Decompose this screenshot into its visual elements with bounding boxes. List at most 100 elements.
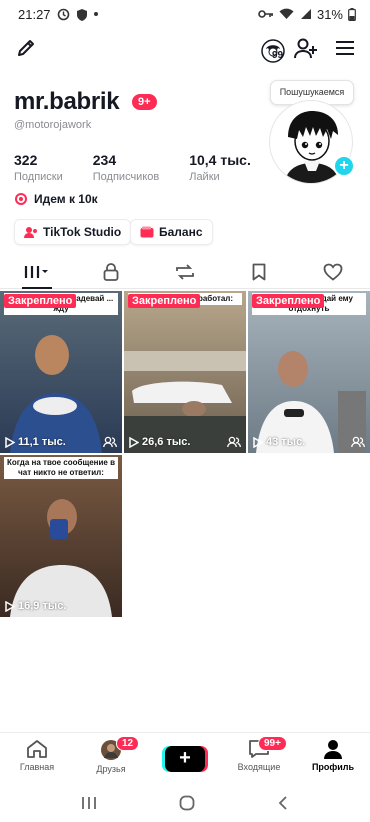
back-icon[interactable] [277,795,289,811]
profile-header: 99 [0,32,370,68]
video-tile[interactable]: Папа: вдалай и надевай ... жду Закреплен… [0,291,122,453]
likes-stat[interactable]: 10,4 тыс. Лайки [189,152,251,183]
tab-reposts[interactable] [148,255,222,288]
plus-icon: + [179,747,191,769]
nav-inbox[interactable]: 99+ Входящие [222,733,296,784]
tiktok-studio-button[interactable]: TikTok Studio [14,219,132,245]
stat-value: 10,4 тыс. [189,152,251,168]
system-nav-bar [0,784,370,822]
nav-create[interactable]: + [148,733,222,784]
play-icon [5,600,15,612]
bottom-nav: Главная 12 Друзья + 99+ Входящие Профиль [0,732,370,784]
play-icon [253,436,263,448]
view-count-text: 11,1 тыс. [18,436,66,448]
pencil-icon [18,40,34,56]
tab-liked[interactable] [296,255,370,288]
recent-apps-icon[interactable] [81,796,97,810]
nav-friends[interactable]: 12 Друзья [74,733,148,784]
status-time: 21:27 [18,6,51,22]
nav-label: Главная [19,762,55,772]
view-count: 11,1 тыс. [5,436,66,448]
video-tile[interactable]: Мама: ...ation. дай ему отдохнуть Закреп… [248,291,370,453]
sleeping-person-icon [124,351,246,453]
grid-sort-icon [24,265,48,278]
content-tabs [0,255,370,289]
menu-button[interactable] [333,36,357,60]
collab-icon [351,436,365,448]
gamer-person-icon [256,351,366,453]
status-bar: 21:27 31% [0,0,370,28]
edit-profile-button[interactable] [14,36,38,60]
repost-icon [176,263,194,280]
add-user-icon [294,38,317,59]
shield-icon [76,8,87,21]
lock-icon [103,262,119,281]
video-grid: Папа: вдалай и надевай ... жду Закреплен… [0,291,370,617]
balance-label: Баланс [159,225,203,239]
video-caption: Когда на твое сообщение в чат никто не о… [4,457,118,479]
account-switcher-button[interactable]: 99 [258,36,288,66]
tab-videos[interactable] [0,255,74,289]
stat-value: 234 [92,152,117,168]
view-count: 26,6 тыс. [129,436,190,448]
stat-label: Подписчиков [92,171,160,183]
battery-percent: 31% [316,6,343,22]
hamburger-icon [336,41,354,55]
view-count: 16,9 тыс. [5,600,66,612]
person-silhouette-icon [10,335,102,453]
bookmark-icon [252,263,266,280]
collab-icon [227,436,241,448]
home-icon [27,740,47,758]
battery-icon [348,7,356,21]
pinned-label: Закреплено [252,294,325,308]
notifications-badge[interactable]: 9+ [132,94,157,110]
username: mr.babrik [14,88,120,115]
nav-label: Друзья [96,764,126,774]
wallet-icon [140,226,154,238]
tab-favorites[interactable] [222,255,296,288]
view-count-text: 43 тыс. [266,436,306,448]
following-stat[interactable]: 322 Подписки [14,152,63,183]
wifi-icon [279,8,294,19]
studio-icon [24,227,37,238]
key-icon [258,10,273,18]
pinned-label: Закреплено [4,294,77,308]
nav-home[interactable]: Главная [0,733,74,784]
stat-label: Лайки [189,171,220,183]
view-count: 43 тыс. [253,436,305,448]
notification-dot [93,12,98,16]
drinking-person-icon [10,499,112,617]
studio-label: TikTok Studio [43,225,122,239]
followers-stat[interactable]: 234 Подписчиков [93,152,159,183]
home-circle-icon[interactable] [179,795,195,811]
tab-private[interactable] [74,255,148,288]
create-button[interactable]: + [165,746,205,772]
pinned-label: Закреплено [128,294,201,308]
play-icon [129,436,139,448]
heart-icon [323,263,343,281]
nav-label: Входящие [237,762,281,772]
account-badge: 99 [272,50,284,61]
friends-badge: 12 [116,736,140,751]
view-count-text: 26,6 тыс. [142,436,191,448]
add-story-button[interactable]: + [333,155,355,177]
user-handle: @motorojawork [14,119,92,131]
signal-icon [300,9,311,19]
profile-bio: Идем к 10к [14,192,98,206]
stat-value: 322 [14,152,38,168]
target-icon [15,193,27,205]
play-icon [5,436,15,448]
profile-stats: 322 Подписки 234 Подписчиков 10,4 тыс. Л… [14,152,281,183]
add-friend-button[interactable] [293,36,319,62]
inbox-badge: 99+ [258,736,287,751]
video-tile[interactable]: будильник не сработал: Закреплено 26,6 т… [124,291,246,453]
bio-text: Идем к 10к [34,192,98,206]
nav-profile[interactable]: Профиль [296,733,370,784]
nav-label: Профиль [311,762,355,772]
video-tile[interactable]: Когда на твое сообщение в чат никто не о… [0,455,122,617]
balance-button[interactable]: Баланс [130,219,213,245]
profile-icon [324,740,342,759]
stat-label: Подписки [14,171,63,183]
sync-icon [57,8,69,20]
view-count-text: 16,9 тыс. [18,600,67,612]
